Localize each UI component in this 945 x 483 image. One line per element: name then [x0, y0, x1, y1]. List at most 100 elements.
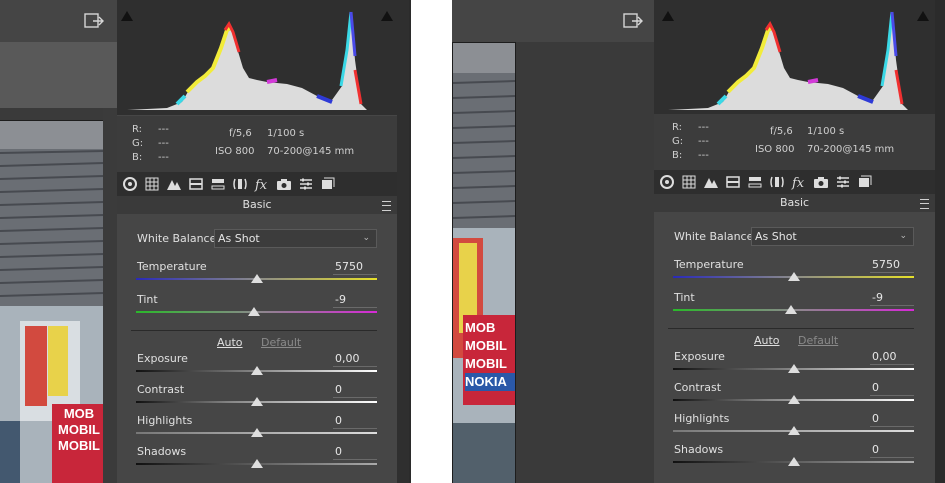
tint-label: Tint	[674, 291, 695, 304]
g-label: G:	[132, 138, 144, 149]
screenshot-right: MOB MOBIL MOBIL NOKIA R: G: B: --- --- ---…	[452, 0, 945, 483]
adjustments-panel: R: G: B: --- --- --- f/5,6 1/100 s ISO 8…	[117, 0, 397, 483]
aperture: f/5,6	[229, 128, 252, 139]
histogram	[117, 0, 397, 115]
default-link[interactable]: Default	[261, 336, 301, 349]
white-balance-select[interactable]: As Shot ⌄	[214, 229, 377, 248]
photo-preview[interactable]: MOB MOBIL MOBIL	[0, 120, 105, 483]
canvas-gray	[0, 42, 117, 108]
temperature-value[interactable]: 5750	[870, 258, 914, 273]
default-link[interactable]: Default	[798, 334, 838, 347]
iso: ISO 800	[215, 146, 255, 157]
basic-tab-icon[interactable]	[122, 176, 138, 192]
section-header: Basic	[117, 196, 397, 214]
camera-calibration-icon[interactable]	[276, 176, 292, 192]
white-balance-label: White Balance:	[137, 232, 221, 245]
highlights-slider-thumb[interactable]	[250, 428, 263, 437]
white-balance-value: As Shot	[218, 232, 260, 245]
effects-fx-icon[interactable]: fx	[791, 174, 807, 191]
auto-link[interactable]: Auto	[754, 334, 780, 347]
sign-text: MOB MOBIL MOBIL NOKIA	[465, 319, 515, 391]
open-image-icon[interactable]	[84, 12, 104, 30]
temperature-slider-thumb[interactable]	[250, 274, 263, 283]
white-balance-value: As Shot	[755, 230, 797, 243]
b-value: ---	[698, 150, 709, 161]
canvas-margin	[103, 108, 117, 483]
exposure-value[interactable]: 0,00	[870, 350, 914, 365]
aperture: f/5,6	[770, 126, 793, 137]
histogram	[654, 0, 935, 115]
panel-tabs: fx	[654, 170, 935, 194]
panel-menu-icon[interactable]	[920, 199, 929, 209]
shutter-speed: 1/100 s	[267, 128, 305, 139]
exposure-slider-thumb[interactable]	[787, 364, 800, 373]
section-divider	[668, 328, 914, 329]
hsl-icon[interactable]	[188, 176, 204, 192]
temperature-slider-thumb[interactable]	[787, 272, 800, 281]
panel-tabs: fx	[117, 172, 397, 196]
open-image-icon[interactable]	[623, 12, 643, 30]
tone-curve-icon[interactable]	[144, 176, 160, 192]
auto-link[interactable]: Auto	[217, 336, 243, 349]
svg-text:fx: fx	[254, 178, 268, 192]
lens-corrections-icon[interactable]	[232, 176, 248, 192]
histogram-graph	[668, 11, 908, 110]
tone-curve-icon[interactable]	[681, 174, 697, 190]
highlights-value[interactable]: 0	[870, 412, 914, 427]
lens-corrections-icon[interactable]	[769, 174, 785, 190]
contrast-slider-thumb[interactable]	[250, 397, 263, 406]
svg-text:fx: fx	[791, 176, 805, 190]
presets-icon[interactable]	[298, 176, 314, 192]
shutter-speed: 1/100 s	[807, 126, 845, 137]
effects-fx-icon[interactable]: fx	[254, 176, 270, 193]
detail-icon[interactable]	[703, 174, 719, 190]
highlights-label: Highlights	[674, 412, 730, 425]
section-divider	[131, 330, 377, 331]
detail-icon[interactable]	[166, 176, 182, 192]
b-label: B:	[132, 152, 143, 163]
basic-tab-icon[interactable]	[659, 174, 675, 190]
exposure-slider-thumb[interactable]	[250, 366, 263, 375]
panel-scrollbar[interactable]	[397, 0, 409, 483]
white-balance-select[interactable]: As Shot ⌄	[751, 227, 914, 246]
tint-value[interactable]: -9	[333, 293, 377, 308]
exposure-value[interactable]: 0,00	[333, 352, 377, 367]
b-label: B:	[672, 150, 683, 161]
temperature-value[interactable]: 5750	[333, 260, 377, 275]
exposure-label: Exposure	[674, 350, 725, 363]
highlights-value[interactable]: 0	[333, 414, 377, 429]
contrast-value[interactable]: 0	[870, 381, 914, 396]
shadows-value[interactable]: 0	[333, 445, 377, 460]
section-title: Basic	[779, 196, 810, 209]
g-value: ---	[158, 138, 169, 149]
chevron-down-icon: ⌄	[362, 233, 370, 243]
split-toning-icon[interactable]	[210, 176, 226, 192]
contrast-value[interactable]: 0	[333, 383, 377, 398]
snapshots-icon[interactable]	[857, 174, 873, 190]
hsl-icon[interactable]	[725, 174, 741, 190]
contrast-label: Contrast	[137, 383, 185, 396]
r-value: ---	[158, 124, 169, 135]
shadows-slider-thumb[interactable]	[250, 459, 263, 468]
shadows-slider-thumb[interactable]	[787, 457, 800, 466]
presets-icon[interactable]	[835, 174, 851, 190]
white-balance-label: White Balance:	[674, 230, 758, 243]
tint-slider-thumb[interactable]	[785, 305, 798, 314]
shadows-value[interactable]: 0	[870, 443, 914, 458]
r-label: R:	[132, 124, 143, 135]
photo-preview[interactable]: MOB MOBIL MOBIL NOKIA	[452, 42, 516, 483]
highlights-slider-thumb[interactable]	[787, 426, 800, 435]
histogram-graph	[127, 11, 367, 110]
g-label: G:	[672, 136, 684, 147]
photo-toolbar	[0, 0, 117, 42]
tint-slider-thumb[interactable]	[248, 307, 261, 316]
split-toning-icon[interactable]	[747, 174, 763, 190]
lens: 70-200@145 mm	[807, 144, 895, 155]
camera-calibration-icon[interactable]	[813, 174, 829, 190]
tint-label: Tint	[137, 293, 158, 306]
tint-value[interactable]: -9	[870, 291, 914, 306]
panel-menu-icon[interactable]	[382, 201, 391, 211]
camera-metadata: R: G: B: --- --- --- f/5,6 1/100 s ISO 8…	[117, 116, 397, 172]
contrast-slider-thumb[interactable]	[787, 395, 800, 404]
snapshots-icon[interactable]	[320, 176, 336, 192]
